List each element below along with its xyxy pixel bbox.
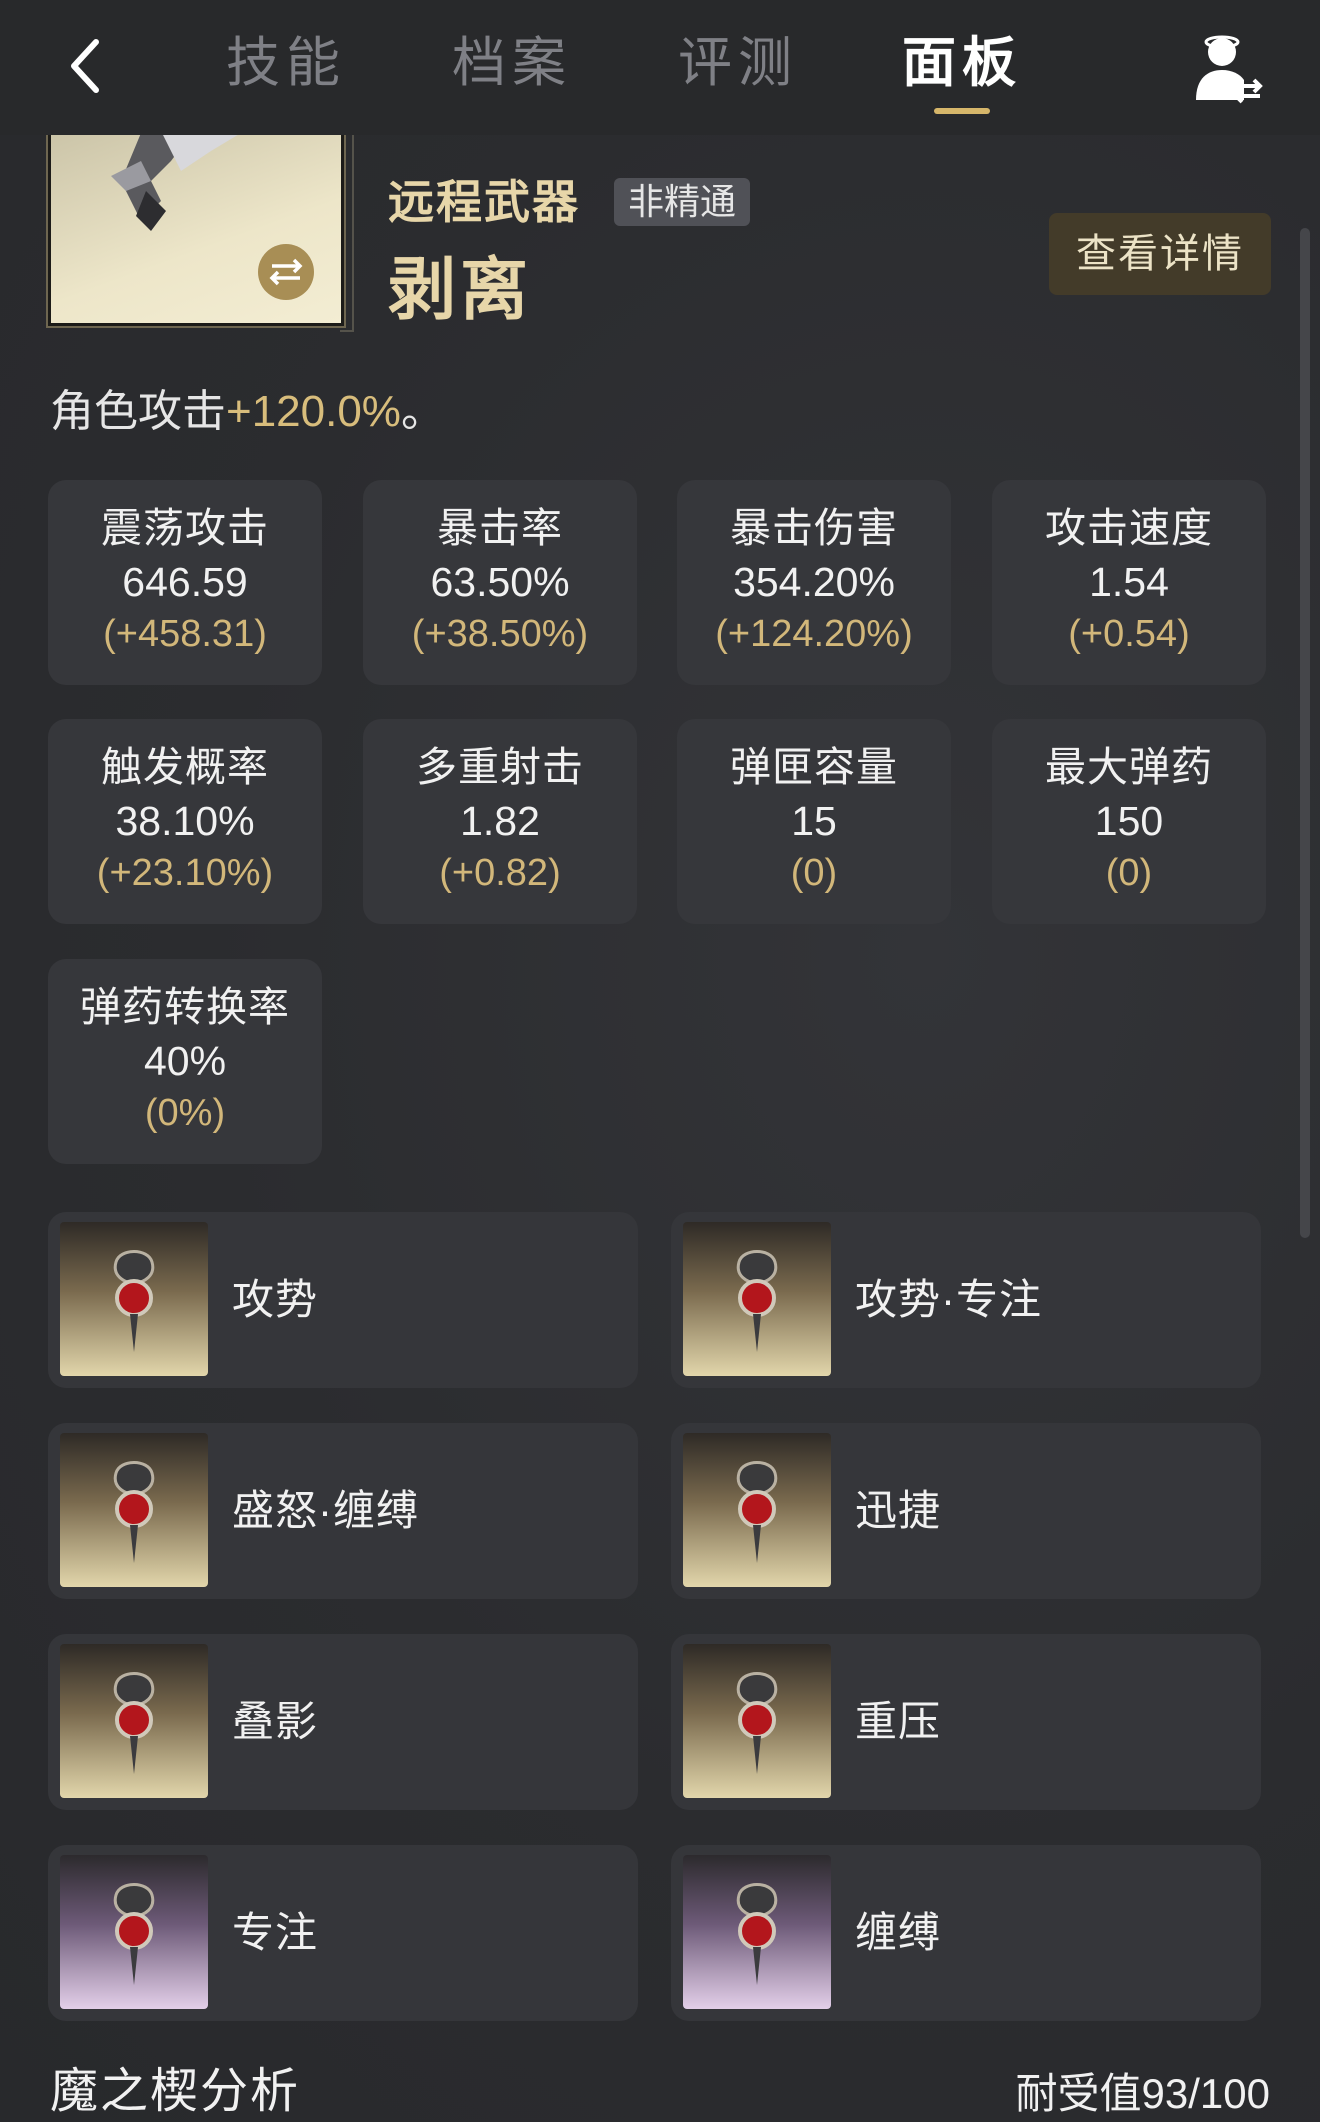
mod-name: 盛怒·缠缚 (232, 1487, 419, 1534)
weapon-type: 远程武器 (388, 176, 580, 228)
stat-delta: (0) (1105, 852, 1153, 894)
stat-label: 攻击速度 (1045, 505, 1213, 551)
stat-value: 646.59 (122, 559, 248, 605)
mod-name: 缠缚 (855, 1909, 942, 1956)
mod-emblem-icon (736, 1250, 778, 1352)
active-tab-indicator (934, 108, 990, 114)
mod-emblem-icon (736, 1461, 778, 1563)
mod-thumbnail (60, 1433, 208, 1587)
stat-card: 攻击速度 1.54 (+0.54) (992, 480, 1266, 685)
stat-value: 1.82 (460, 798, 540, 844)
mod-thumbnail (683, 1433, 831, 1587)
mod-thumbnail (60, 1855, 208, 2009)
weapon-name: 剥离 (388, 252, 533, 328)
stat-delta: (+0.82) (439, 852, 561, 894)
stat-card: 弹药转换率 40% (0%) (48, 959, 322, 1164)
chevron-left-icon (71, 39, 99, 93)
stat-label: 震荡攻击 (101, 505, 269, 551)
mod-name: 叠影 (232, 1698, 319, 1745)
mod-slot[interactable]: 盛怒·缠缚 (48, 1423, 638, 1599)
stat-label: 暴击率 (437, 505, 563, 551)
mod-thumbnail (60, 1222, 208, 1376)
user-switch-icon (1196, 35, 1263, 104)
tab-panel[interactable]: 面板 (902, 28, 1022, 98)
stat-label: 触发概率 (101, 744, 269, 790)
stat-label: 弹药转换率 (80, 984, 290, 1030)
stat-card: 震荡攻击 646.59 (+458.31) (48, 480, 322, 685)
view-details-button[interactable]: 查看详情 (1049, 213, 1271, 295)
stat-delta: (+38.50%) (411, 613, 589, 655)
mod-name: 专注 (232, 1909, 319, 1956)
mod-slot[interactable]: 攻势 (48, 1212, 638, 1388)
stat-delta: (+124.20%) (715, 613, 913, 655)
mod-slot[interactable]: 叠影 (48, 1634, 638, 1810)
mod-name: 迅捷 (855, 1487, 942, 1534)
mod-emblem-icon (113, 1883, 155, 1985)
stat-card: 暴击伤害 354.20% (+124.20%) (677, 480, 951, 685)
top-nav: 技能 档案 评测 面板 (0, 0, 1320, 135)
analysis-title: 魔之楔分析 (50, 2065, 301, 2118)
stat-card: 多重射击 1.82 (+0.82) (363, 719, 637, 924)
mod-slot[interactable]: 攻势·专注 (671, 1212, 1261, 1388)
tolerance-value: 耐受值93/100 (1015, 2070, 1270, 2117)
stat-label: 弹匣容量 (730, 744, 898, 790)
tab-skills[interactable]: 技能 (226, 28, 346, 98)
mastery-badge: 非精通 (614, 178, 751, 226)
stat-value: 150 (1094, 798, 1164, 844)
swap-arrows-icon (269, 258, 303, 286)
stat-label: 多重射击 (416, 744, 584, 790)
stat-label: 最大弹药 (1045, 744, 1213, 790)
swap-weapon-button[interactable] (258, 244, 314, 300)
mod-slot[interactable]: 专注 (48, 1845, 638, 2021)
stat-value: 40% (143, 1038, 227, 1084)
mod-thumbnail (683, 1222, 831, 1376)
tab-review[interactable]: 评测 (678, 28, 798, 98)
stat-value: 15 (791, 798, 837, 844)
back-button[interactable] (58, 30, 118, 100)
stat-value: 38.10% (115, 798, 255, 844)
stat-value: 1.54 (1089, 559, 1169, 605)
switch-character-button[interactable] (1190, 30, 1266, 106)
mod-emblem-icon (113, 1461, 155, 1563)
mod-emblem-icon (113, 1672, 155, 1774)
mod-thumbnail (683, 1644, 831, 1798)
stat-delta: (0) (790, 852, 838, 894)
stat-label: 暴击伤害 (730, 505, 898, 551)
stat-card: 最大弹药 150 (0) (992, 719, 1266, 924)
tab-profile[interactable]: 档案 (452, 28, 572, 98)
mod-slot[interactable]: 缠缚 (671, 1845, 1261, 2021)
mod-thumbnail (683, 1855, 831, 2009)
mod-emblem-icon (736, 1672, 778, 1774)
mod-slot[interactable]: 重压 (671, 1634, 1261, 1810)
attack-bonus-prefix: 角色攻击 (50, 387, 226, 436)
stat-value: 63.50% (430, 559, 570, 605)
stat-delta: (+458.31) (103, 613, 267, 655)
stat-delta: (0%) (144, 1092, 226, 1134)
stat-card: 暴击率 63.50% (+38.50%) (363, 480, 637, 685)
stat-delta: (+23.10%) (96, 852, 274, 894)
mod-name: 重压 (855, 1698, 942, 1745)
mod-thumbnail (60, 1644, 208, 1798)
stat-card: 弹匣容量 15 (0) (677, 719, 951, 924)
stat-delta: (+0.54) (1068, 613, 1190, 655)
stat-value: 354.20% (733, 559, 895, 605)
mod-slot[interactable]: 迅捷 (671, 1423, 1261, 1599)
scrollbar[interactable] (1300, 228, 1310, 1238)
mod-name: 攻势 (232, 1276, 319, 1323)
attack-bonus-value: +120.0% (226, 387, 401, 436)
attack-bonus-suffix: 。 (400, 387, 445, 436)
mod-emblem-icon (113, 1250, 155, 1352)
stat-card: 触发概率 38.10% (+23.10%) (48, 719, 322, 924)
mod-emblem-icon (736, 1883, 778, 1985)
mod-name: 攻势·专注 (855, 1276, 1042, 1323)
attack-bonus-line: 角色攻击+120.0%。 (50, 384, 445, 440)
